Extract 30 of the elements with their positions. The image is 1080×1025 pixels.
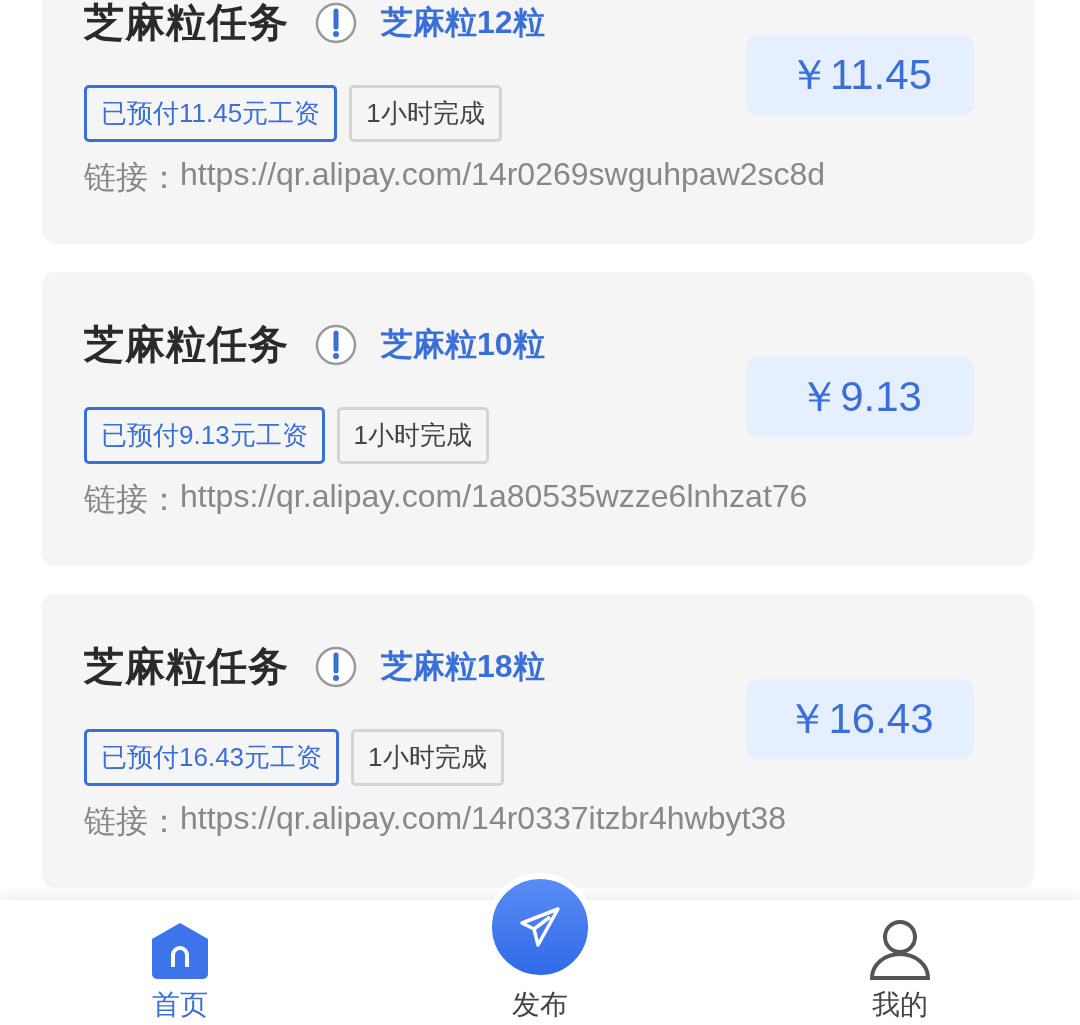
task-title: 芝麻粒任务 <box>84 643 289 690</box>
link-label: 链接： <box>84 801 180 841</box>
tab-label[interactable]: 我的 <box>872 985 928 1025</box>
duration-tag: 1小时完成 <box>336 406 490 464</box>
task-card[interactable]: 芝麻粒任务 芝麻粒10粒 ￥9.13 已预付9.13元工资 1小时完成 链接：https://qr.alipay.com/1a80535wzze6lnhzat76 <box>42 272 1034 566</box>
link-label: 链接： <box>84 479 180 519</box>
prepaid-tag: 已预付9.13元工资 <box>84 406 325 464</box>
price-tag: ￥11.45 <box>746 35 974 115</box>
tab-label[interactable]: 首页 <box>152 985 208 1025</box>
task-title: 芝麻粒任务 <box>84 0 289 46</box>
home-icon <box>150 921 210 981</box>
paper-plane-icon <box>518 905 562 949</box>
duration-tag: 1小时完成 <box>351 728 504 786</box>
info-icon[interactable] <box>315 323 357 366</box>
reward-text: 芝麻粒10粒 <box>381 324 545 364</box>
prepaid-tag: 已预付11.45元工资 <box>84 84 338 142</box>
tab-label[interactable]: 发布 <box>512 985 568 1025</box>
person-icon <box>869 919 931 981</box>
reward-text: 芝麻粒12粒 <box>381 2 545 42</box>
info-icon[interactable] <box>315 645 357 688</box>
link-label: 链接： <box>84 157 180 197</box>
task-card[interactable]: 芝麻粒任务 芝麻粒12粒 ￥11.45 已预付11.45元工资 1小时完成 链接：https://qr.alipay.com/14r0269swguhpaw2sc8d <box>42 0 1034 244</box>
price-tag: ￥16.43 <box>746 679 974 759</box>
info-icon[interactable] <box>315 1 357 44</box>
duration-tag: 1小时完成 <box>349 84 502 142</box>
reward-text: 芝麻粒18粒 <box>381 646 545 686</box>
task-title: 芝麻粒任务 <box>84 321 289 368</box>
task-card[interactable]: 芝麻粒任务 芝麻粒18粒 ￥16.43 已预付16.43元工资 1小时完成 链接：https://qr.alipay.com/14r0337itzbr4hwbyt38 <box>42 594 1034 888</box>
price-tag: ￥9.13 <box>746 357 974 437</box>
prepaid-tag: 已预付16.43元工资 <box>84 728 340 786</box>
